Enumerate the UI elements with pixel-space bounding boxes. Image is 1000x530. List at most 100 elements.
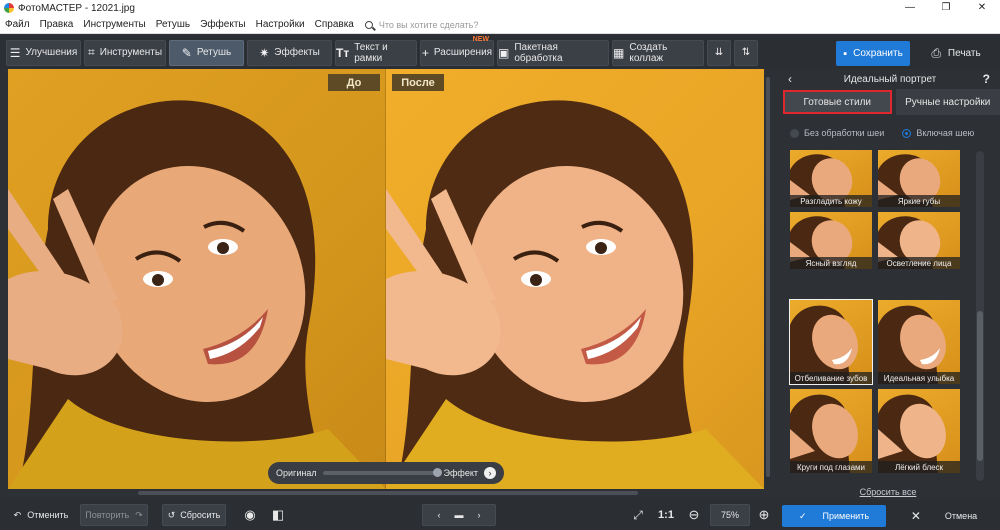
reset-button[interactable]: ↺ Сбросить xyxy=(162,504,226,526)
print-label: Печать xyxy=(947,48,981,59)
collage-icon: ▦ xyxy=(613,45,625,60)
menu-edit[interactable]: Правка xyxy=(35,19,79,30)
preset-under-eye-circles[interactable]: Круги под глазами xyxy=(789,388,873,474)
preset-perfect-smile[interactable]: Идеальная улыбка xyxy=(877,299,961,385)
radio-include-neck[interactable]: Включая шею xyxy=(902,128,974,138)
preset-light-gloss[interactable]: Лёгкий блеск xyxy=(877,388,961,474)
tab-retouch[interactable]: ✎ Ретушь xyxy=(169,39,244,66)
menu-file[interactable]: Файл xyxy=(0,19,35,30)
print-button[interactable]: ⎙ Печать xyxy=(918,41,994,66)
history-button[interactable]: ⇅ xyxy=(734,39,758,66)
redo-icon: ↷ xyxy=(135,509,143,520)
preview-eye-button[interactable]: ◉ xyxy=(238,504,262,526)
adjust-down-icon: ⇊ xyxy=(714,47,724,58)
cancel-label: Отмена xyxy=(944,511,978,521)
zoom-out-button[interactable]: ⊖ xyxy=(684,504,704,526)
before-after-slider[interactable]: Оригинал Эффект › xyxy=(268,462,504,484)
prev-arrow-icon[interactable]: ‹ xyxy=(438,510,441,520)
zoom-in-button[interactable]: ⊕ xyxy=(754,504,774,526)
panel-tabs: Готовые стили Ручные настройки xyxy=(780,89,1000,115)
batch-icon: ▣ xyxy=(498,45,510,60)
menu-help[interactable]: Справка xyxy=(310,19,359,30)
save-button[interactable]: ▪ Сохранить xyxy=(836,41,910,66)
folder-icon[interactable]: ▬ xyxy=(455,510,464,520)
app-logo-icon xyxy=(4,3,14,13)
undo-button[interactable]: ↶ Отменить xyxy=(8,504,74,526)
tab-label: Пакетная обработка xyxy=(514,41,563,64)
eye-icon: ◉ xyxy=(244,507,256,522)
maximize-button[interactable]: ❐ xyxy=(928,0,964,16)
tab-label: Улучшения xyxy=(25,47,78,58)
scroll-thumb[interactable] xyxy=(138,491,638,495)
canvas-horizontal-scrollbar[interactable] xyxy=(8,489,764,497)
tab-text-frames[interactable]: Tт Текст и рамки xyxy=(335,39,417,66)
before-label: До xyxy=(328,74,380,91)
compare-settings-button[interactable]: ⇊ xyxy=(707,39,731,66)
minus-circle-icon: ⊖ xyxy=(688,507,700,522)
fit-screen-button[interactable]: ⤢ xyxy=(627,504,649,526)
presets-scrollbar[interactable] xyxy=(976,151,984,481)
preset-face-brightening[interactable]: Осветление лица xyxy=(877,211,961,270)
tab-extensions[interactable]: + Расширения NEW xyxy=(420,36,494,66)
redo-label: Повторить xyxy=(85,510,130,520)
tab-label: Создать коллаж xyxy=(629,41,668,64)
save-label: Сохранить xyxy=(853,48,903,59)
menu-retouch[interactable]: Ретушь xyxy=(151,19,195,30)
close-window-button[interactable]: ✕ xyxy=(964,0,1000,16)
canvas-vertical-scrollbar[interactable] xyxy=(764,69,772,489)
arrow-right-icon[interactable]: › xyxy=(484,467,496,479)
tab-manual-settings[interactable]: Ручные настройки xyxy=(895,89,1000,115)
text-icon: Tт xyxy=(336,45,350,60)
scroll-thumb[interactable] xyxy=(977,311,983,461)
photo-canvas[interactable]: До После xyxy=(8,69,764,489)
printer-icon: ⎙ xyxy=(931,46,941,60)
tab-effects[interactable]: ✷ Эффекты xyxy=(247,39,332,66)
help-icon[interactable]: ? xyxy=(983,72,990,86)
redo-button[interactable]: Повторить ↷ xyxy=(80,504,148,526)
actual-size-button[interactable]: 1:1 xyxy=(655,504,677,526)
new-badge: NEW xyxy=(472,35,489,43)
undo-icon: ↶ xyxy=(13,509,22,520)
zoom-level-field[interactable]: 75% xyxy=(710,504,750,526)
minimize-button[interactable]: — xyxy=(892,0,928,16)
preset-smooth-skin[interactable]: Разгладить кожу xyxy=(789,149,873,208)
radio-dot-icon xyxy=(790,128,799,138)
preset-teeth-whitening[interactable]: Отбеливание зубов xyxy=(789,299,873,385)
tab-label: Инструменты xyxy=(99,47,163,58)
slider-right-label: Эффект xyxy=(443,468,478,478)
menu-search[interactable]: Что вы хотите сделать? xyxy=(364,20,478,30)
preset-caption: Осветление лица xyxy=(878,257,960,269)
preset-bright-lips[interactable]: Яркие губы xyxy=(877,149,961,208)
neck-options: Без обработки шеи Включая шею xyxy=(780,124,1000,142)
menu-settings[interactable]: Настройки xyxy=(251,19,310,30)
reset-all-link[interactable]: Сбросить все xyxy=(780,487,996,497)
tab-enhancements[interactable]: ☰ Улучшения xyxy=(6,39,81,66)
tab-tools[interactable]: ⌗ Инструменты xyxy=(84,39,166,66)
brush-icon: ✎ xyxy=(181,45,192,60)
tab-label: Эффекты xyxy=(274,47,320,58)
ideal-portrait-panel: ‹ Идеальный портрет ? Готовые стили Ручн… xyxy=(780,69,1000,499)
radio-label: Включая шею xyxy=(916,128,975,138)
slider-track[interactable] xyxy=(322,468,442,477)
preset-caption: Отбеливание зубов xyxy=(790,372,872,384)
menu-effects[interactable]: Эффекты xyxy=(195,19,250,30)
compare-button[interactable]: ◧ xyxy=(266,504,290,526)
back-arrow-icon[interactable]: ‹ xyxy=(788,72,792,86)
radio-label: Без обработки шеи xyxy=(804,128,885,138)
tab-create-collage[interactable]: ▦ Создать коллаж xyxy=(612,39,704,66)
tab-batch-processing[interactable]: ▣ Пакетная обработка xyxy=(497,39,609,66)
compare-icon: ◧ xyxy=(271,507,285,522)
preset-clear-eyes[interactable]: Ясный взгляд xyxy=(789,211,873,270)
portrait-after-illustration xyxy=(386,100,764,489)
cancel-button[interactable]: ✕ Отмена xyxy=(892,505,996,527)
panel-header: ‹ Идеальный портрет ? xyxy=(780,69,1000,89)
scroll-thumb[interactable] xyxy=(766,77,770,477)
title-bar: ФотоМАСТЕР - 12021.jpg — ❐ ✕ xyxy=(0,0,1000,16)
radio-no-neck[interactable]: Без обработки шеи xyxy=(790,128,884,138)
slider-handle[interactable] xyxy=(432,468,442,477)
menu-tools[interactable]: Инструменты xyxy=(78,19,150,30)
tab-ready-styles[interactable]: Готовые стили xyxy=(783,90,892,114)
apply-button[interactable]: ✓ Применить xyxy=(782,505,886,527)
preset-caption: Ясный взгляд xyxy=(790,257,872,269)
next-arrow-icon[interactable]: › xyxy=(478,510,481,520)
